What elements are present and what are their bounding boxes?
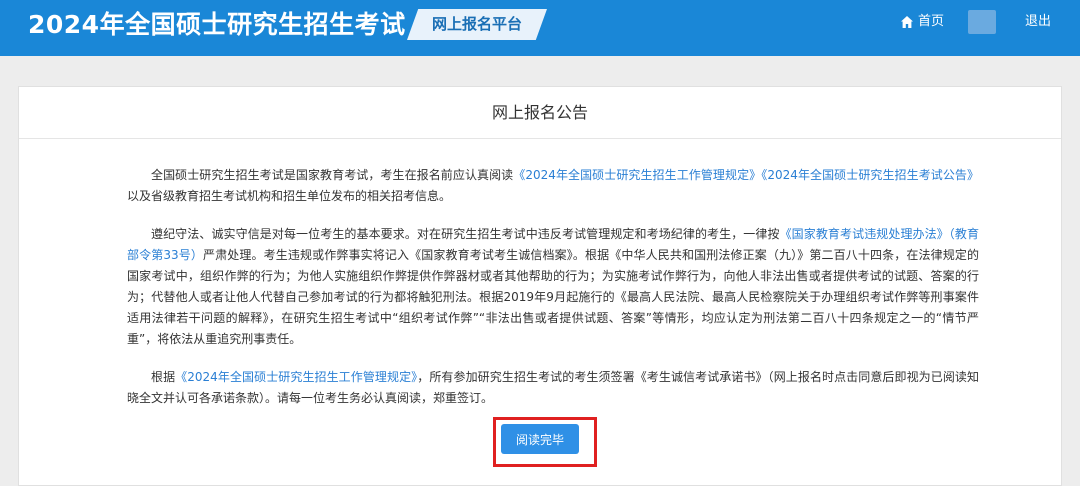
p2-text-b: 严肃处理。考生违规或作弊事实将记入《国家教育考试考生诚信档案》。根据《中华人民共… — [127, 248, 979, 346]
read-complete-button[interactable]: 阅读完毕 — [501, 424, 579, 454]
site-title: 2024年全国硕士研究生招生考试 — [28, 10, 406, 39]
home-icon — [901, 16, 913, 28]
home-label: 首页 — [918, 14, 945, 29]
notice-paragraph-2: 遵纪守法、诚实守信是对每一位考生的基本要求。对在研究生招生考试中违反考试管理规定… — [127, 224, 979, 350]
notice-title: 网上报名公告 — [19, 87, 1061, 139]
user-avatar[interactable] — [968, 10, 996, 34]
p1-text-a: 全国硕士研究生招生考试是国家教育考试，考生在报名前应认真阅读 — [151, 168, 514, 182]
management-rules-link[interactable]: 《2024年全国硕士研究生招生工作管理规定》 — [513, 168, 761, 182]
top-header: 2024年全国硕士研究生招生考试 网上报名平台 首页 退出 — [0, 0, 1080, 56]
logout-link[interactable]: 退出 — [1025, 13, 1051, 31]
p1-text-b: 以及省级教育招生考试机构和招生单位发布的相关招考信息。 — [127, 189, 452, 203]
notice-card: 网上报名公告 全国硕士研究生招生考试是国家教育考试，考生在报名前应认真阅读《20… — [18, 86, 1062, 486]
notice-paragraph-3: 根据《2024年全国硕士研究生招生工作管理规定》，所有参加研究生招生考试的考生须… — [127, 367, 979, 409]
notice-paragraph-1: 全国硕士研究生招生考试是国家教育考试，考生在报名前应认真阅读《2024年全国硕士… — [127, 165, 979, 207]
home-link[interactable]: 首页 — [900, 13, 944, 31]
p3-text-a: 根据 — [151, 370, 176, 384]
management-rules-link-2[interactable]: 《2024年全国硕士研究生招生工作管理规定》 — [175, 370, 417, 384]
platform-tag: 网上报名平台 — [407, 9, 547, 40]
exam-announcement-link[interactable]: 《2024年全国硕士研究生招生考试公告》 — [761, 168, 979, 182]
notice-content: 全国硕士研究生招生考试是国家教育考试，考生在报名前应认真阅读《2024年全国硕士… — [127, 165, 979, 426]
p2-text-a: 遵纪守法、诚实守信是对每一位考生的基本要求。对在研究生招生考试中违反考试管理规定… — [151, 227, 780, 241]
